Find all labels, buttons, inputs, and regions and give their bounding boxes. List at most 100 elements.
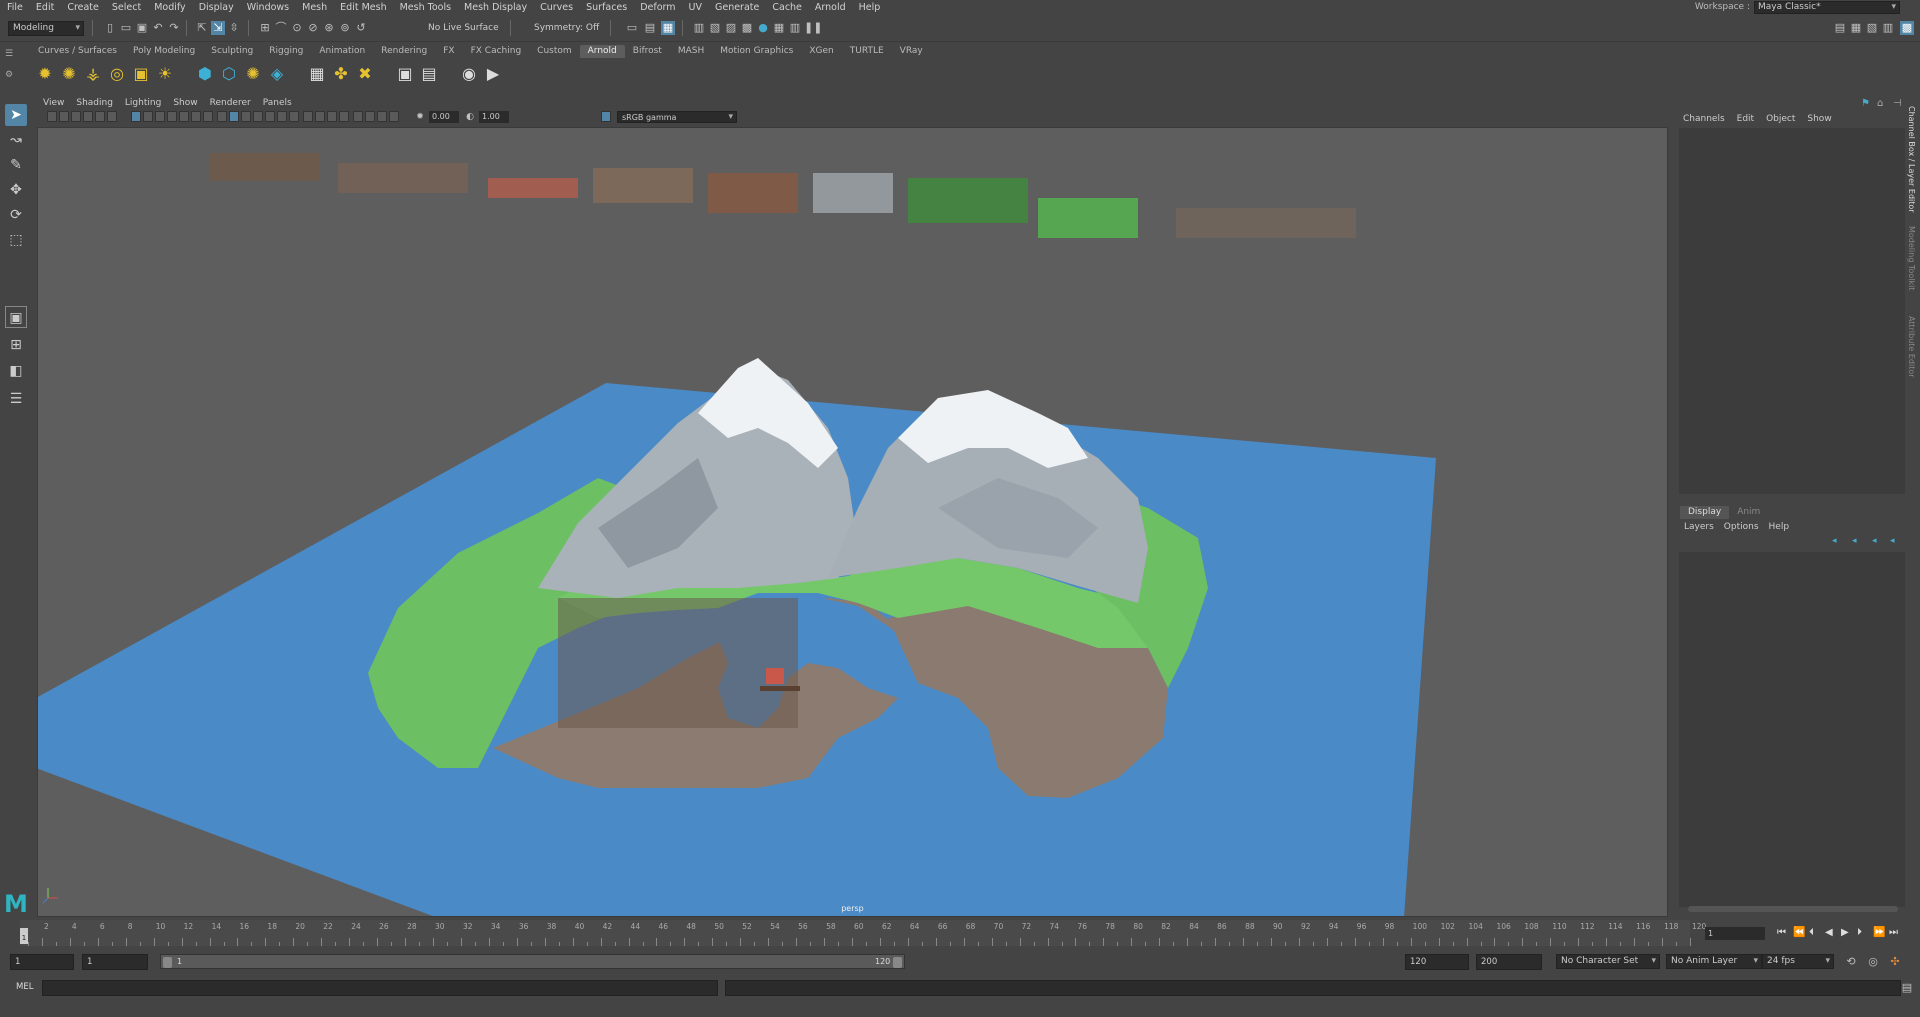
multisample-aa-icon[interactable] bbox=[327, 111, 337, 122]
select-camera-icon[interactable] bbox=[47, 111, 57, 122]
shelf-tab-fx-caching[interactable]: FX Caching bbox=[463, 45, 530, 58]
fps-dropdown[interactable]: 24 fps bbox=[1762, 954, 1834, 969]
shadows-icon[interactable] bbox=[289, 111, 299, 122]
select-object-icon[interactable]: ⇲ bbox=[211, 21, 225, 35]
playback-end-field[interactable]: 120 bbox=[1405, 954, 1469, 970]
gamma-icon[interactable]: ◐ bbox=[463, 110, 477, 124]
single-perspective-view-icon[interactable]: ▣ bbox=[5, 306, 27, 328]
layer-editor-menu-help[interactable]: Help bbox=[1765, 522, 1796, 532]
snap-point-icon[interactable]: ⊙ bbox=[290, 21, 304, 35]
physical-sky-icon[interactable]: ☀ bbox=[154, 63, 176, 85]
menu-generate[interactable]: Generate bbox=[708, 0, 765, 15]
safe-title-icon[interactable] bbox=[203, 111, 213, 122]
construction-history-icon[interactable]: ▭ bbox=[625, 21, 639, 35]
shelf-tab-motion-graphics[interactable]: Motion Graphics bbox=[712, 45, 801, 58]
mesh-light-icon[interactable]: ✺ bbox=[58, 63, 80, 85]
outliner-layout-icon[interactable]: ☰ bbox=[5, 388, 27, 410]
animation-preferences-icon[interactable]: ✣ bbox=[1888, 955, 1902, 969]
menu-edit[interactable]: Edit bbox=[29, 0, 60, 15]
mel-command-input[interactable] bbox=[42, 980, 718, 996]
character-set-dropdown[interactable]: No Character Set bbox=[1556, 954, 1660, 969]
toggle-tool-settings-icon[interactable]: ▧ bbox=[1865, 21, 1879, 35]
shelf-menu-icon[interactable]: ☰ bbox=[5, 49, 13, 59]
light-editor-icon[interactable]: ● bbox=[756, 21, 770, 35]
render-view-eye-icon[interactable]: ◉ bbox=[458, 63, 480, 85]
layer-up-icon[interactable]: ◂ bbox=[1832, 536, 1837, 546]
isolate-select-icon[interactable] bbox=[353, 111, 363, 122]
step-back-key-icon[interactable]: ⏴ bbox=[1809, 927, 1814, 938]
viewport-menu-show[interactable]: Show bbox=[167, 96, 203, 110]
script-language-toggle[interactable]: MEL bbox=[16, 982, 33, 992]
render-settings-icon[interactable]: ▧ bbox=[708, 21, 722, 35]
channel-box-body[interactable] bbox=[1679, 128, 1905, 494]
render-sequence-icon[interactable]: ▤ bbox=[418, 63, 440, 85]
grid-toggle-icon[interactable] bbox=[131, 111, 141, 122]
light-portal-icon[interactable]: ▣ bbox=[130, 63, 152, 85]
safe-action-icon[interactable] bbox=[191, 111, 201, 122]
open-scene-icon[interactable]: ▭ bbox=[119, 21, 133, 35]
layer-editor-menu-layers[interactable]: Layers bbox=[1680, 522, 1720, 532]
bookmarks-icon[interactable] bbox=[71, 111, 81, 122]
channel-box-menu-object[interactable]: Object bbox=[1760, 114, 1801, 124]
grease-pencil-icon[interactable] bbox=[107, 111, 117, 122]
resolution-gate-icon[interactable] bbox=[155, 111, 165, 122]
channel-box-pin-icon[interactable]: ⊣ bbox=[1893, 98, 1902, 109]
toggle-modeling-toolkit-icon[interactable]: ▤ bbox=[1833, 21, 1847, 35]
use-all-lights-icon[interactable] bbox=[277, 111, 287, 122]
view-transform-dropdown[interactable]: sRGB gamma bbox=[617, 111, 737, 123]
go-to-start-icon[interactable]: ⏮ bbox=[1777, 927, 1786, 938]
shelf-settings-icon[interactable]: ⚙ bbox=[5, 70, 13, 80]
move-tool-icon[interactable]: ✥ bbox=[5, 179, 27, 201]
menu-uv[interactable]: UV bbox=[682, 0, 708, 15]
screen-space-ao-icon[interactable] bbox=[303, 111, 313, 122]
menu-edit-mesh[interactable]: Edit Mesh bbox=[333, 0, 392, 15]
shelf-tab-sculpting[interactable]: Sculpting bbox=[203, 45, 261, 58]
shelf-tab-vray[interactable]: VRay bbox=[892, 45, 931, 58]
layer-list-scrollbar[interactable] bbox=[1688, 906, 1898, 912]
camera-attributes-icon[interactable] bbox=[59, 111, 69, 122]
image-plane-icon[interactable] bbox=[83, 111, 93, 122]
display-layers-tab[interactable]: Display bbox=[1680, 506, 1730, 519]
current-time-indicator[interactable]: 1 bbox=[20, 928, 28, 944]
loop-playback-icon[interactable]: ⟲ bbox=[1844, 955, 1858, 969]
delete-cache-icon[interactable]: ✖ bbox=[354, 63, 376, 85]
shelf-tab-xgen[interactable]: XGen bbox=[801, 45, 841, 58]
shelf-tab-bifrost[interactable]: Bifrost bbox=[625, 45, 670, 58]
txmanager-icon[interactable]: ▦ bbox=[306, 63, 328, 85]
field-chart-icon[interactable] bbox=[179, 111, 189, 122]
depth-of-field-icon[interactable] bbox=[339, 111, 349, 122]
snap-vertex-icon[interactable]: ↺ bbox=[354, 21, 368, 35]
menu-surfaces[interactable]: Surfaces bbox=[579, 0, 633, 15]
shelf-tab-curves-surfaces[interactable]: Curves / Surfaces bbox=[30, 45, 125, 58]
viewport-menu-lighting[interactable]: Lighting bbox=[119, 96, 167, 110]
undo-icon[interactable]: ↶ bbox=[151, 21, 165, 35]
menu-curves[interactable]: Curves bbox=[533, 0, 579, 15]
channel-box-menu-show[interactable]: Show bbox=[1801, 114, 1837, 124]
rotate-tool-icon[interactable]: ⟳ bbox=[5, 204, 27, 226]
new-layer-selected-icon[interactable]: ◂ bbox=[1890, 536, 1895, 546]
viewport-menu-panels[interactable]: Panels bbox=[257, 96, 298, 110]
shelf-tab-poly-modeling[interactable]: Poly Modeling bbox=[125, 45, 203, 58]
redo-icon[interactable]: ↷ bbox=[167, 21, 181, 35]
film-gate-icon[interactable] bbox=[143, 111, 153, 122]
shelf-tab-custom[interactable]: Custom bbox=[529, 45, 579, 58]
select-tool-icon[interactable]: ➤ bbox=[5, 104, 27, 126]
viewport-menu-renderer[interactable]: Renderer bbox=[204, 96, 257, 110]
lasso-tool-icon[interactable]: ↝ bbox=[5, 129, 27, 151]
render-view-icon[interactable]: ▥ bbox=[692, 21, 706, 35]
snap-live-icon[interactable]: ⊚ bbox=[338, 21, 352, 35]
render-icon[interactable]: ▣ bbox=[394, 63, 416, 85]
menu-file[interactable]: File bbox=[0, 0, 29, 15]
snap-curve-icon[interactable]: ⌒ bbox=[274, 21, 288, 35]
photometric-light-icon[interactable]: ⚶ bbox=[82, 63, 104, 85]
symmetry-label[interactable]: Symmetry: Off bbox=[534, 21, 599, 35]
menuset-dropdown[interactable]: Modeling bbox=[8, 21, 84, 36]
snap-view-plane-icon[interactable]: ⊘ bbox=[306, 21, 320, 35]
export-standin-icon[interactable]: ⬡ bbox=[218, 63, 240, 85]
animation-end-field[interactable]: 200 bbox=[1476, 954, 1542, 970]
menu-mesh[interactable]: Mesh bbox=[295, 0, 333, 15]
range-end-handle[interactable] bbox=[893, 957, 902, 968]
menu-help[interactable]: Help bbox=[852, 0, 887, 15]
select-hierarchy-icon[interactable]: ⇱ bbox=[195, 21, 209, 35]
new-empty-layer-icon[interactable]: ◂ bbox=[1872, 536, 1877, 546]
